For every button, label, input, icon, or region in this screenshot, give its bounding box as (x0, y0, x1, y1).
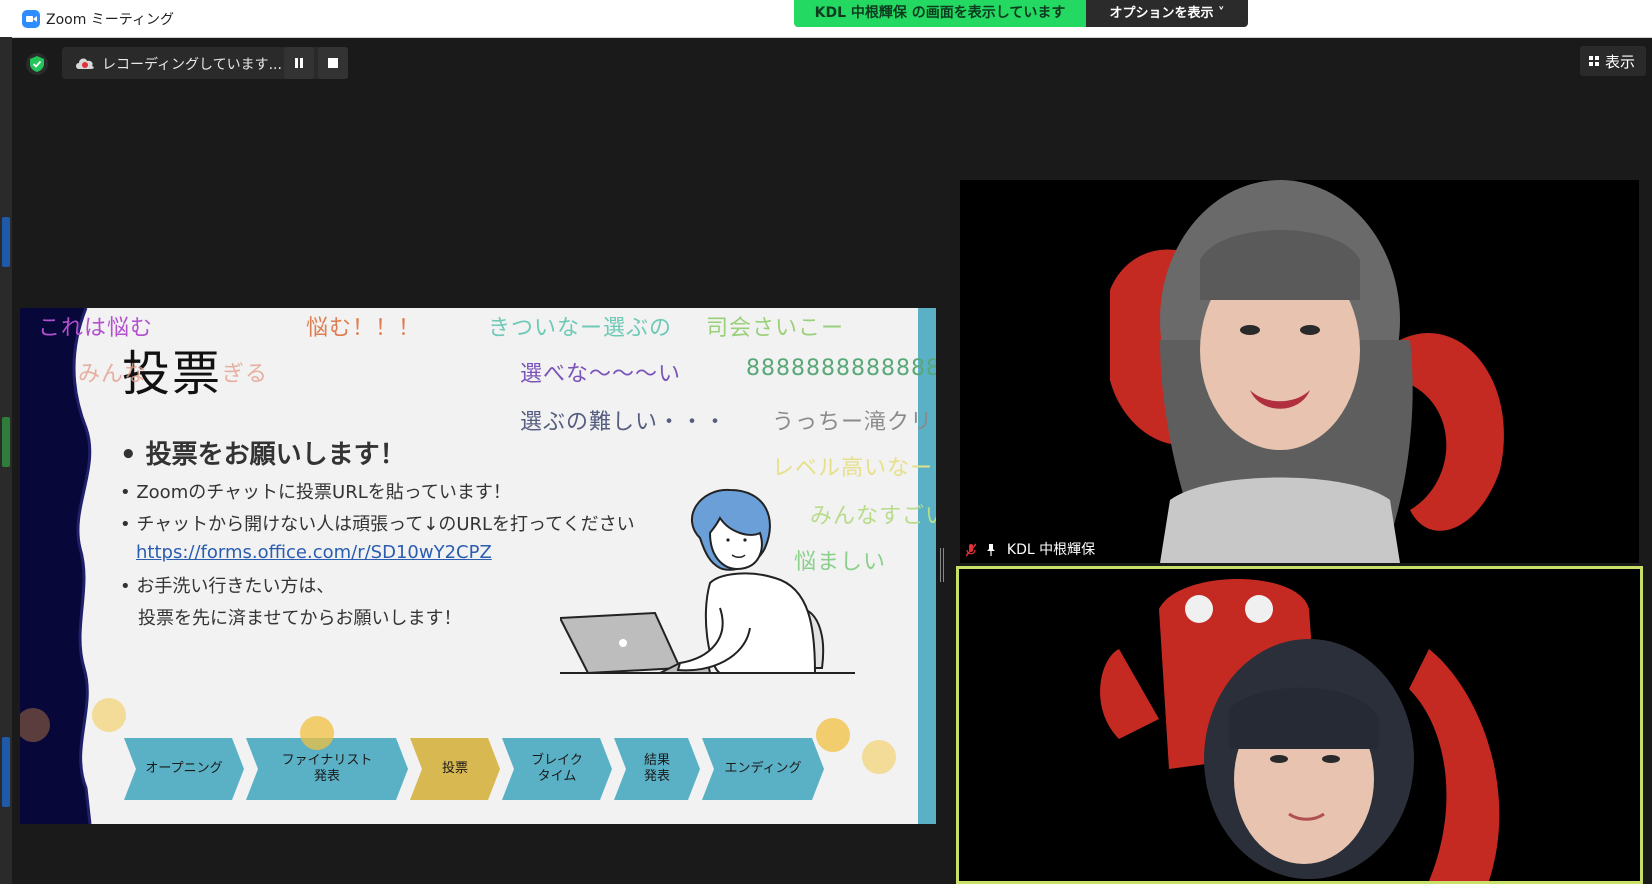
grid-icon (1589, 56, 1600, 67)
recording-status-text: レコーディングしています... (102, 57, 282, 73)
step-label: ファイナリスト 発表 (281, 753, 373, 784)
chat-comment: これは悩む (38, 316, 154, 341)
participant-name-tag: KDL 中根輝保 (962, 538, 1104, 562)
clap-reaction-icon (862, 740, 896, 774)
participant-name: KDL 中根輝保 (1006, 542, 1096, 558)
zoom-app-icon (22, 10, 40, 28)
edge-segment (2, 217, 10, 267)
slide-bullet-continuation: 投票を先に済ませてからお願いします！ (138, 608, 462, 629)
step-label: エンディング (724, 761, 802, 776)
view-label: 表示 (1605, 53, 1636, 71)
step-label: オープニング (145, 761, 223, 776)
step-label: 投票 (441, 761, 468, 776)
chat-comment: 選ぶの難しい・・・ (520, 410, 728, 435)
chat-comment: きついなー選ぶの (488, 316, 673, 341)
step-break: ブレイク タイム (502, 738, 612, 800)
slide-bullet: • お手洗い行きたい方は、 (120, 576, 335, 597)
view-options-button[interactable]: オプションを表示 ˅ (1086, 0, 1248, 27)
view-layout-button[interactable]: 表示 (1580, 46, 1646, 76)
chat-comment: ぎる (222, 362, 269, 387)
chat-comment: みんな (78, 362, 148, 387)
background-window-edge (0, 37, 12, 884)
step-finalists: ファイナリスト 発表 (246, 738, 408, 800)
slide-main-bullet: • 投票をお願いします！ (120, 440, 406, 470)
step-label: 結果 発表 (643, 753, 670, 784)
chat-comment: レベル高いなー (772, 456, 934, 481)
laugh-reaction-icon (816, 718, 850, 752)
step-opening: オープニング (124, 738, 244, 800)
participant-video-frame (959, 569, 1640, 881)
window-title: Zoom ミーティング (46, 12, 174, 28)
chat-comment: うっちー滝クリ (772, 410, 934, 435)
chat-comment: 選べな〜〜〜い (520, 362, 682, 387)
screen-share-banner: KDL 中根輝保 の画面を表示しています (794, 0, 1086, 27)
participant-video-active-speaker[interactable] (956, 566, 1643, 884)
slide-bullet: • Zoomのチャットに投票URLを貼っています！ (120, 482, 511, 503)
chat-comment: 司会さいこー (706, 316, 845, 341)
vote-form-link[interactable]: https://forms.office.com/r/SD10wY2CPZ (136, 542, 492, 563)
muted-mic-icon (966, 543, 976, 557)
chat-comment: みんなすごい (810, 504, 936, 529)
edge-segment (2, 417, 10, 467)
slide-bullet: • チャットから開けない人は頑張って↓のURLを打ってください (120, 514, 635, 535)
laugh-reaction-icon (300, 716, 334, 750)
step-results: 結果 発表 (614, 738, 700, 800)
chat-comment: 悩む！！！ (306, 316, 422, 341)
participant-video-main[interactable] (960, 180, 1639, 563)
spotlight-pin-icon (987, 544, 996, 556)
step-label: ブレイク タイム (531, 753, 583, 784)
pause-recording-button[interactable] (284, 47, 314, 79)
security-shield-icon[interactable] (26, 53, 48, 75)
step-ending: エンディング (702, 738, 824, 800)
chat-comment: 8888888888888888 (746, 356, 936, 381)
chat-comment: 悩ましい (794, 550, 887, 575)
stop-recording-button[interactable] (318, 47, 348, 79)
clap-reaction-icon (92, 698, 126, 732)
edge-segment (2, 737, 10, 807)
participant-video-frame (960, 180, 1639, 563)
slide-right-band (918, 308, 936, 824)
step-vote: 投票 (410, 738, 500, 800)
resize-handle[interactable] (940, 548, 945, 582)
cloud-recording-icon (76, 58, 94, 69)
